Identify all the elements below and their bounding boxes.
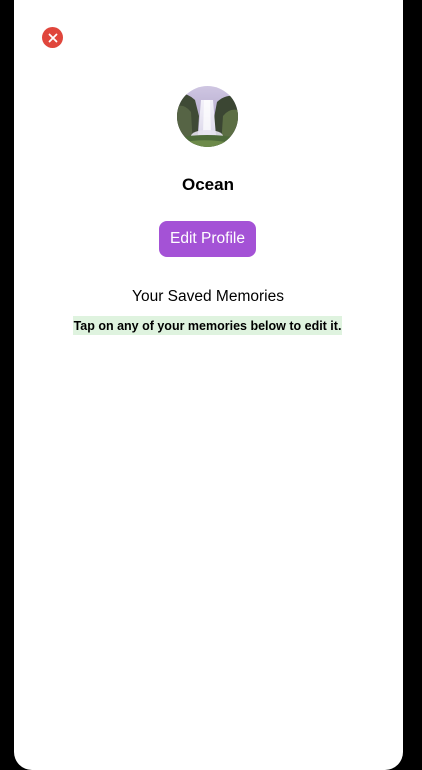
avatar [177,86,238,147]
close-button[interactable] [42,27,63,48]
saved-memories-title: Your Saved Memories [132,288,284,305]
profile-username: Ocean [182,175,234,194]
edit-profile-button[interactable]: Edit Profile [159,221,256,257]
memories-hint: Tap on any of your memories below to edi… [73,316,342,335]
waterfall-photo [177,86,238,147]
close-icon [48,33,57,42]
